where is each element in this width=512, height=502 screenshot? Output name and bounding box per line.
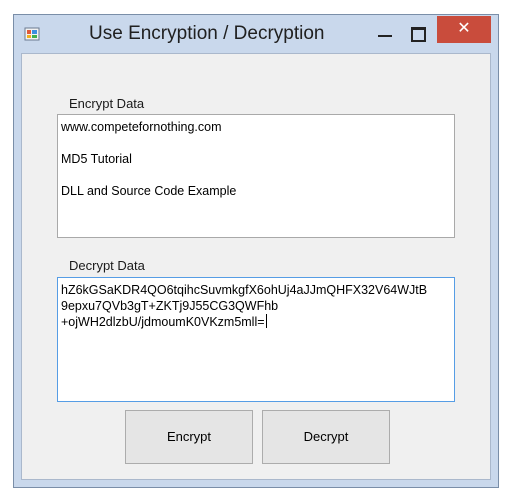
decrypt-text-line: +ojWH2dlzbU/jdmoumK0VKzm5mll= [61, 314, 267, 329]
close-button[interactable]: ✕ [437, 16, 491, 43]
encrypt-text-line: www.competefornothing.com [61, 120, 222, 134]
encrypt-data-label: Encrypt Data [69, 96, 145, 111]
form-client-area: Encrypt Data www.competefornothing.com MD… [21, 53, 491, 480]
encrypt-text-line: MD5 Tutorial [61, 152, 132, 166]
maximize-button[interactable] [406, 23, 430, 43]
minimize-button[interactable] [374, 23, 398, 43]
decrypt-button[interactable]: Decrypt [262, 410, 390, 464]
app-window: Use Encryption / Decryption ✕ Encrypt Da… [13, 14, 499, 488]
decrypt-data-label: Decrypt Data [69, 258, 145, 273]
close-icon: ✕ [457, 20, 471, 37]
app-icon [24, 27, 40, 41]
encrypt-text-line [61, 135, 451, 151]
decrypt-data-textbox[interactable]: hZ6kGSaKDR4QO6tqihcSuvmkgfX6ohUj4aJJmQHF… [57, 277, 455, 402]
text-caret [265, 314, 267, 328]
decrypt-text-line: hZ6kGSaKDR4QO6tqihcSuvmkgfX6ohUj4aJJmQHF… [61, 283, 428, 297]
encrypt-button[interactable]: Encrypt [125, 410, 253, 464]
encrypt-text-line: DLL and Source Code Example [61, 184, 237, 198]
encrypt-text-line [61, 167, 451, 183]
title-bar[interactable]: Use Encryption / Decryption ✕ [14, 15, 498, 53]
minimize-icon [378, 35, 392, 37]
decrypt-text-line: 9epxu7QVb3gT+ZKTj9J55CG3QWFhb [61, 299, 279, 313]
encrypt-data-textbox[interactable]: www.competefornothing.com MD5 Tutorial DLL… [57, 114, 455, 238]
maximize-icon [411, 27, 426, 42]
window-title: Use Encryption / Decryption [89, 23, 325, 44]
